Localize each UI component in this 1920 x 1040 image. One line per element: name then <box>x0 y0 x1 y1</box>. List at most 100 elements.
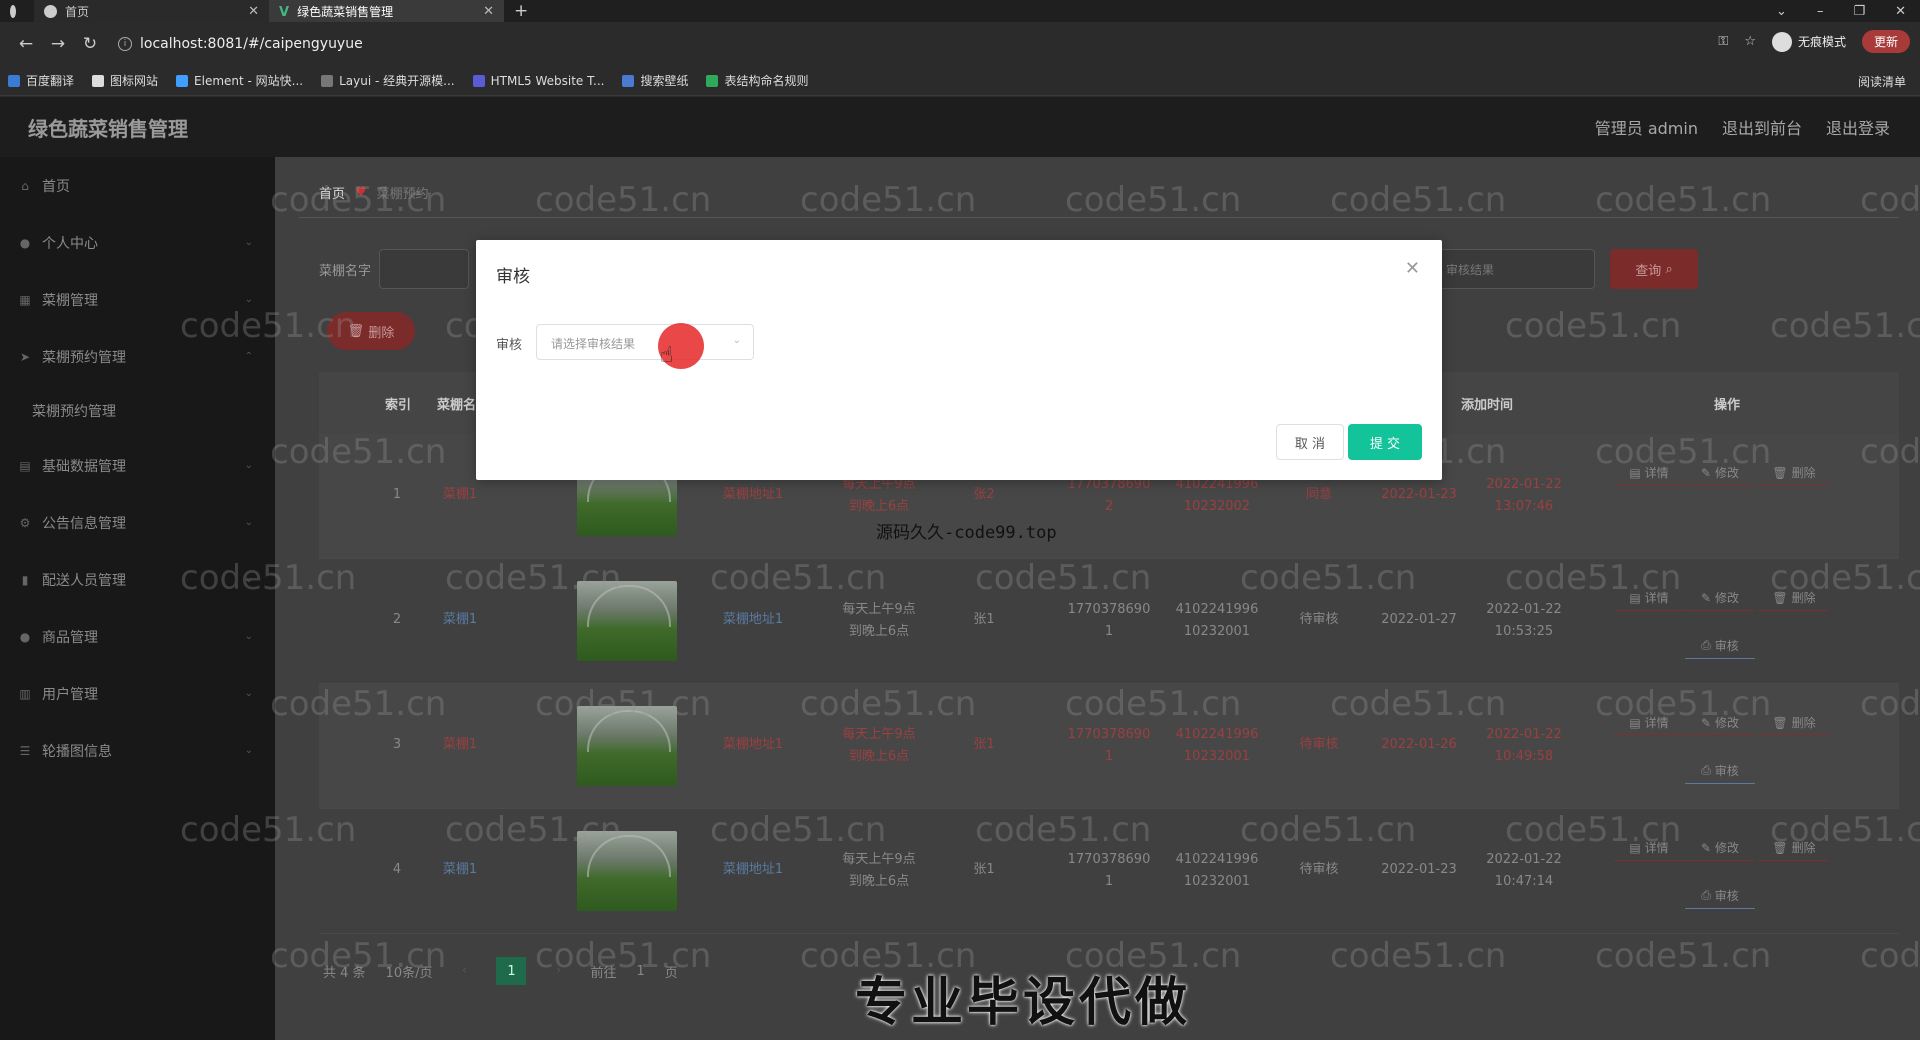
sidebar-item-carousel[interactable]: ☰ 轮播图信息 ⌄ <box>0 722 275 779</box>
cell-idcard: 4102241996 10232001 <box>1167 599 1267 643</box>
cell-name-line: 菜棚1 <box>442 487 478 502</box>
cell-name[interactable]: 菜棚1 <box>425 734 495 756</box>
key-icon[interactable]: ⚿ <box>1718 34 1728 49</box>
edit-button[interactable]: ✎ 修改 <box>1685 835 1755 861</box>
sidebar-item-goods[interactable]: ● 商品管理 ⌄ <box>0 608 275 665</box>
review-result-select[interactable]: 请选择审核结果 ⌄ <box>536 324 754 360</box>
browser-tab-app[interactable]: V 绿色蔬菜销售管理 ✕ <box>269 0 504 22</box>
back-icon[interactable]: ← <box>10 34 42 54</box>
cell-idcard-line: 10232001 <box>1183 874 1251 889</box>
search-icon: ⌕ <box>1665 261 1673 277</box>
cell-person: 张1 <box>959 734 1009 756</box>
edit-button[interactable]: ✎ 修改 <box>1685 710 1755 736</box>
site-info-icon[interactable]: i <box>118 37 132 51</box>
cell-date-line: 2022-01-27 <box>1381 612 1457 627</box>
bookmark-item[interactable]: HTML5 Website T... <box>472 74 604 88</box>
bookmark-item[interactable]: Element - 网站快... <box>176 72 303 89</box>
heart-icon: ♥ <box>355 185 367 200</box>
edit-button[interactable]: ✎ 修改 <box>1685 460 1755 486</box>
cell-status-line: 待审核 <box>1299 862 1339 877</box>
close-window-icon[interactable]: ✕ <box>1895 4 1906 19</box>
detail-button[interactable]: ▤ 详情 <box>1614 835 1684 861</box>
edit-button[interactable]: ✎ 修改 <box>1685 585 1755 611</box>
chevron-down-icon: ⌄ <box>244 460 253 471</box>
url-field[interactable]: i localhost:8081/#/caipengyuyue <box>118 36 363 52</box>
cancel-button[interactable]: 取 消 <box>1276 424 1344 460</box>
delete-button[interactable]: 🗑 删除 <box>1759 585 1829 611</box>
delete-button[interactable]: 🗑 删除 <box>1759 710 1829 736</box>
trash-icon: 🗑 <box>1772 715 1788 730</box>
update-button[interactable]: 更新 <box>1861 30 1910 53</box>
sidebar-item-basedata[interactable]: ▤ 基础数据管理 ⌄ <box>0 437 275 494</box>
bookmark-item[interactable]: 表结构命名规则 <box>706 72 808 89</box>
cell-name[interactable]: 菜棚1 <box>425 859 495 881</box>
sidebar-item-profile[interactable]: ● 个人中心 ⌄ <box>0 214 275 271</box>
forward-icon[interactable]: → <box>42 34 74 54</box>
query-button[interactable]: 查询 ⌕ <box>1610 249 1698 289</box>
sidebar-item-home[interactable]: ⌂ 首页 <box>0 157 275 214</box>
cell-phone-line: 1770378690 <box>1067 727 1151 742</box>
cell-name[interactable]: 菜棚1 <box>425 484 495 506</box>
edit-button-label: 修改 <box>1715 841 1740 855</box>
sidebar-item-greenhouse[interactable]: ▦ 菜棚管理 ⌄ <box>0 271 275 328</box>
admin-label: 管理员 admin <box>1594 119 1698 138</box>
bookmark-label: 图标网站 <box>110 74 159 88</box>
sidebar-item-delivery[interactable]: ▮ 配送人员管理 ⌄ <box>0 551 275 608</box>
sidebar-item-reservation[interactable]: ➤ 菜棚预约管理 ⌃ <box>0 328 275 385</box>
exit-to-frontend-link[interactable]: 退出到前台 <box>1722 115 1802 139</box>
col-actions: 操作 <box>1714 397 1741 413</box>
sidebar-item-notice[interactable]: ⚙ 公告信息管理 ⌄ <box>0 494 275 551</box>
restore-icon[interactable]: ❐ <box>1853 4 1865 19</box>
new-tab-icon[interactable]: + <box>514 1 528 21</box>
reload-icon[interactable]: ↻ <box>74 34 106 54</box>
bookmark-item[interactable]: 百度翻译 <box>8 72 74 89</box>
detail-button[interactable]: ▤ 详情 <box>1614 585 1684 611</box>
columns-icon: ▥ <box>19 686 31 701</box>
review-button[interactable]: ⎙ 审核 <box>1685 758 1755 784</box>
menu-icon: ☰ <box>19 743 31 758</box>
close-icon[interactable]: ✕ <box>1405 258 1420 279</box>
incognito-indicator[interactable]: 无痕模式 <box>1771 31 1846 52</box>
cell-name[interactable]: 菜棚1 <box>425 609 495 631</box>
dialog-title: 审核 <box>496 267 530 287</box>
detail-button[interactable]: ▤ 详情 <box>1614 710 1684 736</box>
review-button[interactable]: ⎙ 审核 <box>1685 633 1755 659</box>
tab-close-icon[interactable]: ✕ <box>248 4 259 19</box>
review-result-input[interactable]: 审核结果 <box>1435 249 1595 289</box>
minimize-icon[interactable]: – <box>1817 4 1824 19</box>
chevron-down-icon: ⌄ <box>244 517 253 528</box>
submit-button[interactable]: 提 交 <box>1348 424 1422 460</box>
delete-button[interactable]: 🗑 删除 <box>1759 835 1829 861</box>
reading-list[interactable]: 阅读清单 <box>1858 73 1906 90</box>
globe-icon <box>44 4 57 18</box>
cell-status-line: 待审核 <box>1299 612 1339 627</box>
cell-idcard-line: 4102241996 <box>1175 727 1259 742</box>
query-label: 查询 <box>1635 263 1662 279</box>
browser-tab-home[interactable]: 首页 ✕ <box>34 0 269 22</box>
logout-link[interactable]: 退出登录 <box>1826 115 1890 139</box>
delete-button[interactable]: 🗑 删除 <box>1759 460 1829 486</box>
batch-delete-button[interactable]: 🗑 删除 <box>327 312 415 350</box>
sidebar-item-label: 首页 <box>42 178 70 195</box>
bookmark-item[interactable]: Layui - 经典开源模... <box>321 72 455 89</box>
col-added-time[interactable]: 添加时间 <box>1461 394 1513 413</box>
bookmark-item[interactable]: 图标网站 <box>92 72 158 89</box>
cell-status: 待审核 <box>1279 859 1359 881</box>
search-input[interactable] <box>379 249 469 289</box>
tab-search-icon[interactable]: ⌄ <box>1776 4 1787 19</box>
cell-idcard-line: 10232002 <box>1183 499 1251 514</box>
sidebar-subitem-reservation[interactable]: 菜棚预约管理 <box>0 385 275 437</box>
database-icon: ▤ <box>19 458 31 473</box>
sidebar-item-users[interactable]: ▥ 用户管理 ⌄ <box>0 665 275 722</box>
browser-menu-icon[interactable] <box>0 0 34 22</box>
tab-close-icon[interactable]: ✕ <box>483 4 494 19</box>
star-icon[interactable]: ☆ <box>1744 34 1756 49</box>
bookmark-item[interactable]: 搜索壁纸 <box>622 72 688 89</box>
review-button-label: 审核 <box>1714 764 1739 778</box>
detail-button[interactable]: ▤ 详情 <box>1614 460 1684 486</box>
chevron-down-icon: ⌄ <box>244 237 253 248</box>
source-overlay-text: 源码久久-code99.top <box>876 523 1057 543</box>
window-controls: ⌄ – ❐ ✕ <box>1776 0 1920 22</box>
review-button[interactable]: ⎙ 审核 <box>1685 883 1755 909</box>
breadcrumb-home[interactable]: 首页 <box>319 183 345 202</box>
